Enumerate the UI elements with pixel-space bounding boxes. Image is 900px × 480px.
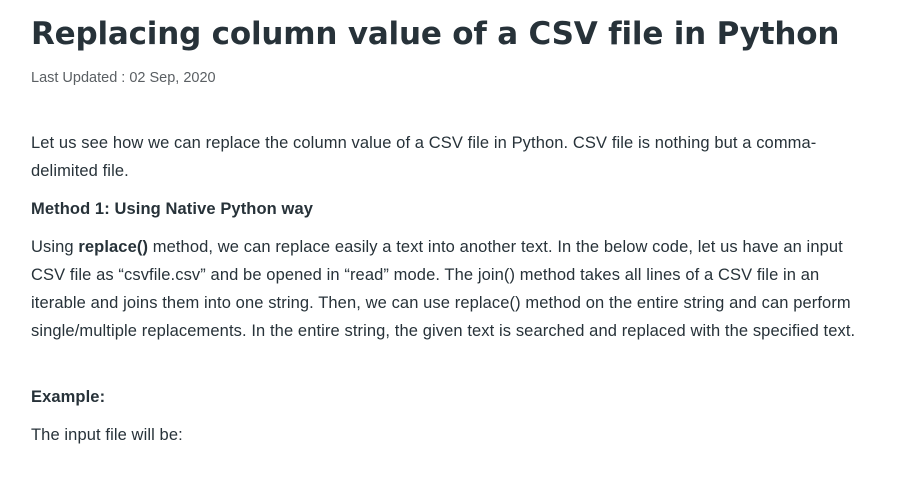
method-description: Using replace() method, we can replace e…	[31, 233, 861, 345]
example-heading: Example:	[31, 388, 106, 406]
page-title: Replacing column value of a CSV file in …	[31, 16, 840, 52]
replace-method-code: replace()	[78, 238, 149, 256]
method-desc-rest: method, we can replace easily a text int…	[31, 238, 856, 340]
intro-paragraph: Let us see how we can replace the column…	[31, 134, 817, 180]
input-file-note: The input file will be:	[31, 426, 183, 444]
last-updated-date: Last Updated : 02 Sep, 2020	[31, 70, 216, 86]
method-desc-prefix: Using	[31, 238, 79, 256]
method-heading: Method 1: Using Native Python way	[31, 200, 314, 218]
